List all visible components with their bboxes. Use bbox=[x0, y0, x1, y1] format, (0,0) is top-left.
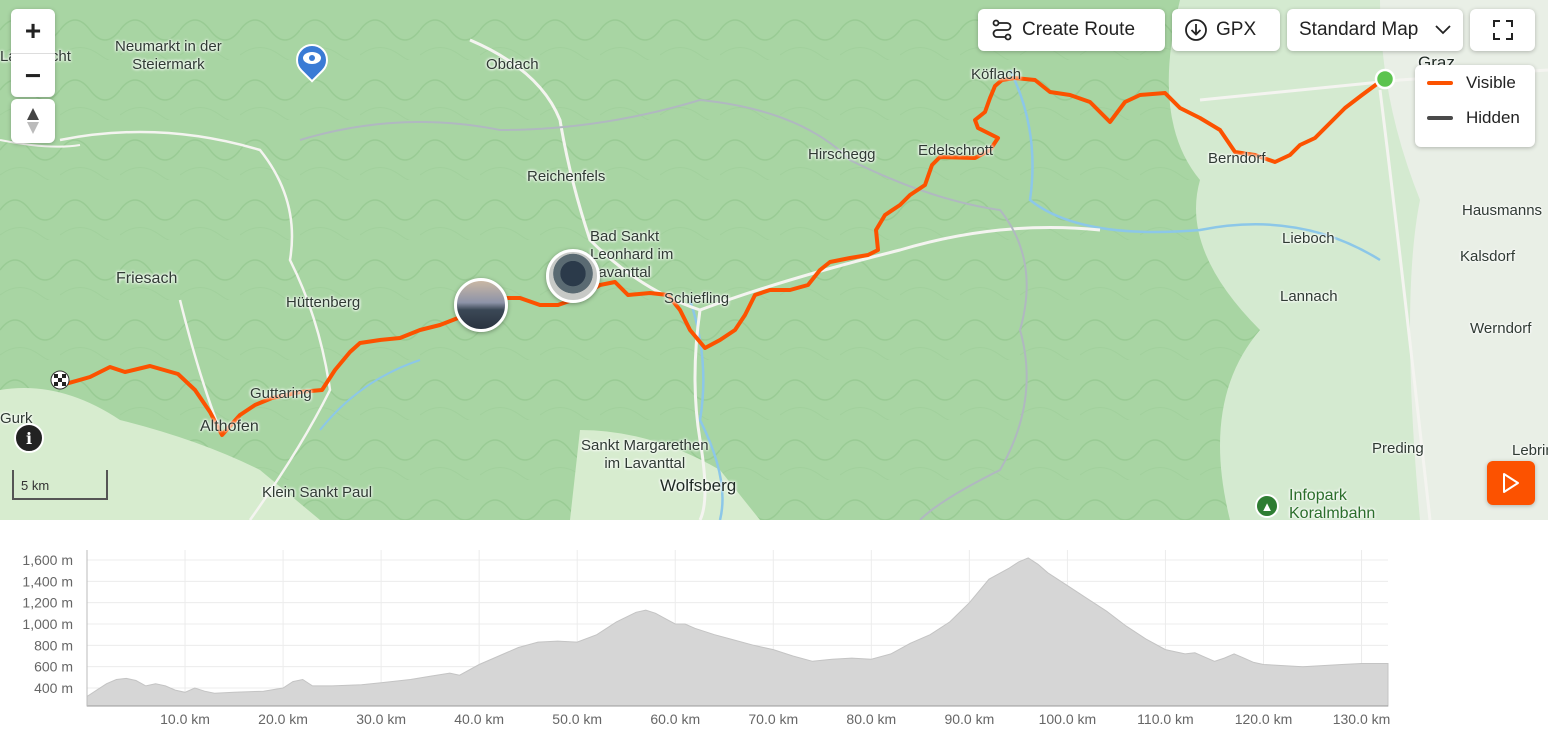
place-guttaring: Guttaring bbox=[250, 385, 312, 402]
place-schiefling: Schiefling bbox=[664, 290, 730, 307]
legend-hidden: Hidden bbox=[1415, 100, 1535, 135]
x-tick-label: 80.0 km bbox=[846, 711, 896, 727]
gpx-button[interactable]: GPX bbox=[1172, 9, 1280, 51]
place-althofen: Althofen bbox=[200, 418, 259, 435]
info-icon: i bbox=[25, 428, 33, 448]
y-tick-label: 1,000 m bbox=[22, 616, 73, 632]
y-tick-label: 800 m bbox=[34, 637, 73, 653]
create-route-label: Create Route bbox=[1022, 19, 1136, 40]
legend-hidden-label: Hidden bbox=[1466, 107, 1520, 127]
place-lieboch: Lieboch bbox=[1282, 230, 1335, 247]
legend-hidden-swatch bbox=[1427, 115, 1453, 120]
y-tick-label: 1,600 m bbox=[22, 552, 73, 568]
place-werndorf: Werndorf bbox=[1470, 320, 1532, 337]
x-tick-label: 100.0 km bbox=[1039, 711, 1097, 727]
elevation-profile-area bbox=[86, 557, 1389, 707]
map-view[interactable]: Neumarkt in der Steiermark Lambrecht Obd… bbox=[0, 0, 1548, 520]
legend-visible-label: Visible bbox=[1466, 72, 1516, 92]
x-tick-label: 40.0 km bbox=[454, 711, 504, 727]
place-obdach: Obdach bbox=[486, 56, 539, 73]
x-tick-label: 90.0 km bbox=[944, 711, 994, 727]
x-tick-label: 70.0 km bbox=[748, 711, 798, 727]
map-terrain bbox=[0, 0, 1548, 520]
x-tick-label: 30.0 km bbox=[356, 711, 406, 727]
x-tick-label: 110.0 km bbox=[1137, 711, 1194, 727]
place-kalsdorf: Kalsdorf bbox=[1460, 248, 1516, 265]
place-berndorf: Berndorf bbox=[1208, 150, 1266, 167]
place-hausmanns: Hausmanns bbox=[1462, 202, 1543, 219]
fullscreen-button[interactable] bbox=[1470, 9, 1535, 51]
route-photo-2[interactable] bbox=[546, 249, 600, 303]
y-axis-ticks: 1,600 m 1,400 m 1,200 m 1,000 m 800 m 600 m 40… bbox=[22, 552, 73, 696]
create-route-button[interactable]: Create Route bbox=[978, 9, 1165, 51]
gpx-label: GPX bbox=[1216, 19, 1257, 40]
eye-pupil bbox=[309, 55, 315, 61]
x-tick-label: 60.0 km bbox=[650, 711, 700, 727]
place-koflach: Köflach bbox=[971, 66, 1022, 83]
x-axis-ticks: 10.0 km 20.0 km 30.0 km 40.0 km 50.0 km 60.0 … bbox=[160, 711, 1390, 727]
place-wolfsberg: Wolfsberg bbox=[660, 476, 737, 495]
info-button[interactable]: i bbox=[14, 423, 44, 453]
y-tick-label: 400 m bbox=[34, 680, 73, 696]
zoom-controls: + − bbox=[11, 9, 55, 97]
fullscreen-icon bbox=[1492, 20, 1513, 40]
compass-button[interactable] bbox=[11, 99, 55, 143]
place-reichenfels: Reichenfels bbox=[527, 168, 606, 185]
place-lebring: Lebring bbox=[1512, 442, 1548, 459]
place-bad-sankt-leonhard: Bad Sankt Leonhard im Lavanttal bbox=[590, 228, 674, 281]
y-tick-label: 600 m bbox=[34, 659, 73, 675]
legend-visible-swatch bbox=[1427, 80, 1453, 85]
map-style-select[interactable]: Standard Map bbox=[1287, 9, 1463, 51]
route-legend: Visible Hidden bbox=[1415, 65, 1535, 147]
tree-icon: ▲ bbox=[1255, 494, 1279, 518]
x-tick-label: 120.0 km bbox=[1235, 711, 1293, 727]
place-friesach: Friesach bbox=[116, 270, 178, 287]
route-photo-1[interactable] bbox=[454, 278, 508, 332]
compass-icon bbox=[27, 108, 39, 134]
zoom-in-button[interactable]: + bbox=[11, 9, 55, 53]
x-tick-label: 130.0 km bbox=[1333, 711, 1391, 727]
chevron-down-icon bbox=[1435, 25, 1451, 35]
download-icon bbox=[1185, 19, 1207, 41]
map-style-label: Standard Map bbox=[1299, 19, 1419, 40]
place-sankt-margarethen: Sankt Margarethen im Lavanttal bbox=[581, 437, 709, 472]
x-tick-label: 10.0 km bbox=[160, 711, 210, 727]
place-hirschegg: Hirschegg bbox=[808, 146, 876, 163]
place-huttenberg: Hüttenberg bbox=[286, 294, 361, 311]
zoom-out-button[interactable]: − bbox=[11, 53, 55, 98]
x-tick-label: 50.0 km bbox=[552, 711, 602, 727]
elevation-chart[interactable]: 1,600 m 1,400 m 1,200 m 1,000 m 800 m 600 m 40… bbox=[0, 520, 1548, 748]
x-tick-label: 20.0 km bbox=[258, 711, 308, 727]
place-lannach: Lannach bbox=[1280, 288, 1338, 305]
flyover-play-button[interactable] bbox=[1487, 461, 1535, 505]
place-klein-sankt-paul: Klein Sankt Paul bbox=[262, 484, 373, 501]
play-icon bbox=[1503, 473, 1519, 493]
route-icon bbox=[992, 19, 1012, 41]
place-neumarkt: Neumarkt in der Steiermark bbox=[115, 38, 222, 73]
place-preding: Preding bbox=[1372, 440, 1424, 457]
legend-visible: Visible bbox=[1415, 65, 1535, 100]
y-tick-label: 1,200 m bbox=[22, 595, 73, 611]
place-infopark: Infopark Koralmbahn bbox=[1289, 487, 1376, 520]
map-scale: 5 km bbox=[12, 470, 108, 500]
y-tick-label: 1,400 m bbox=[22, 573, 73, 589]
place-edelschrott: Edelschrott bbox=[918, 142, 994, 159]
